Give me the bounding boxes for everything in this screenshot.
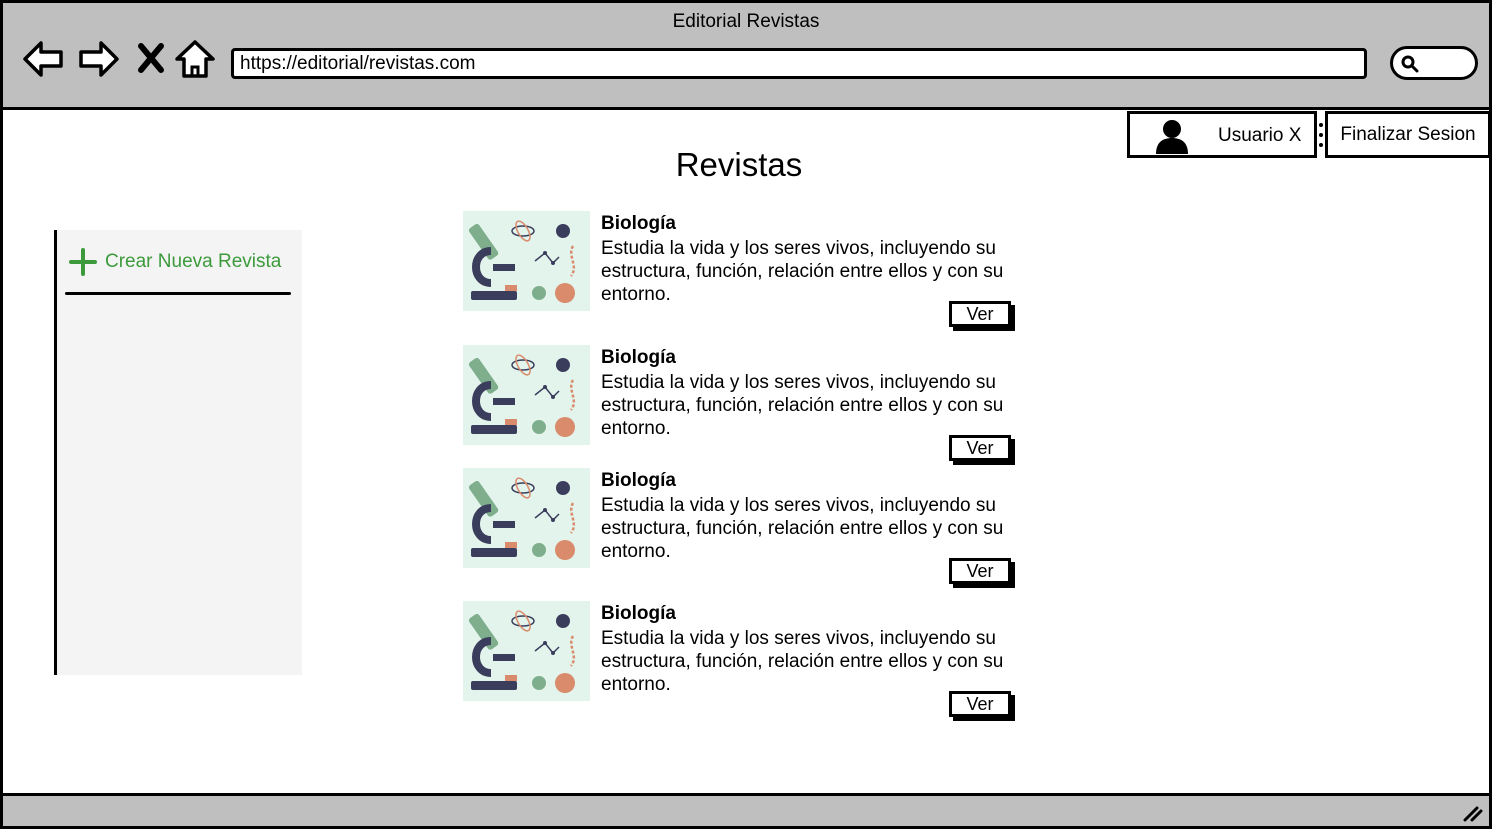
view-button[interactable]: Ver [949,691,1011,717]
magazine-title: Biología [601,347,676,368]
microscope-science-image [463,468,590,568]
magazine-title: Biología [601,603,676,624]
microscope-science-image [463,345,590,445]
resize-grip-icon[interactable] [1461,802,1483,822]
browser-window: Editorial Revistas https://editorial/rev… [0,0,1492,829]
sidebar: Crear Nueva Revista [54,230,302,675]
magazine-title: Biología [601,213,676,234]
search-icon [1401,55,1419,73]
magazine-description: Estudia la vida y los seres vivos, inclu… [601,372,1004,439]
browser-toolbar: Editorial Revistas https://editorial/rev… [3,3,1489,110]
view-button[interactable]: Ver [949,435,1011,461]
magazine-description: Estudia la vida y los seres vivos, inclu… [601,238,1004,305]
close-icon[interactable] [129,37,173,81]
user-name: Usuario X [1218,125,1302,146]
address-bar[interactable]: https://editorial/revistas.com [231,48,1367,79]
magazine-card: Biología Estudia la vida y los seres viv… [463,468,1023,588]
magazine-title: Biología [601,470,676,491]
microscope-science-image [463,211,590,311]
create-magazine-link[interactable]: Crear Nueva Revista [69,248,281,276]
view-button[interactable]: Ver [949,301,1011,327]
microscope-science-image [463,601,590,701]
create-magazine-label: Crear Nueva Revista [105,251,282,272]
plus-icon [69,248,97,276]
forward-arrow-icon[interactable] [77,37,121,81]
magazine-card: Biología Estudia la vida y los seres viv… [463,211,1023,331]
home-icon[interactable] [173,37,217,81]
window-title: Editorial Revistas [672,11,820,32]
browser-search-box[interactable] [1390,46,1478,80]
magazine-description: Estudia la vida y los seres vivos, inclu… [601,495,1004,562]
magazine-card: Biología Estudia la vida y los seres viv… [463,601,1023,721]
status-bar [3,793,1489,826]
magazine-description: Estudia la vida y los seres vivos, inclu… [601,628,1004,695]
magazine-card: Biología Estudia la vida y los seres viv… [463,345,1023,465]
view-button[interactable]: Ver [949,558,1011,584]
page-title: Revistas [675,146,803,183]
sidebar-divider [65,292,291,295]
back-arrow-icon[interactable] [21,37,65,81]
